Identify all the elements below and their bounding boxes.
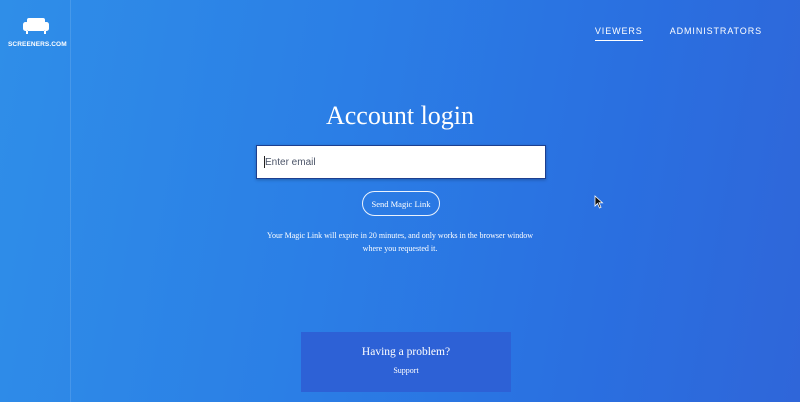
email-input[interactable] xyxy=(256,145,546,179)
text-caret xyxy=(264,156,265,168)
sofa-icon xyxy=(23,18,49,34)
help-panel: Having a problem? Support xyxy=(301,332,511,392)
mouse-pointer-icon xyxy=(594,195,604,209)
help-title: Having a problem? xyxy=(361,346,451,358)
top-nav: VIEWERS ADMINISTRATORS xyxy=(594,26,762,41)
support-link[interactable]: Support xyxy=(393,366,418,375)
site-logo[interactable]: SCREENERS.COM xyxy=(8,16,67,48)
page-title: Account login xyxy=(325,101,475,130)
nav-viewers-link[interactable]: VIEWERS xyxy=(594,26,643,41)
send-magic-link-button[interactable]: Send Magic Link xyxy=(362,191,440,216)
logo-text: SCREENERS.COM xyxy=(8,41,67,48)
sidebar-divider xyxy=(70,0,71,402)
nav-administrators-link[interactable]: ADMINISTRATORS xyxy=(670,26,762,41)
magic-link-note: Your Magic Link will expire in 20 minute… xyxy=(266,231,534,253)
